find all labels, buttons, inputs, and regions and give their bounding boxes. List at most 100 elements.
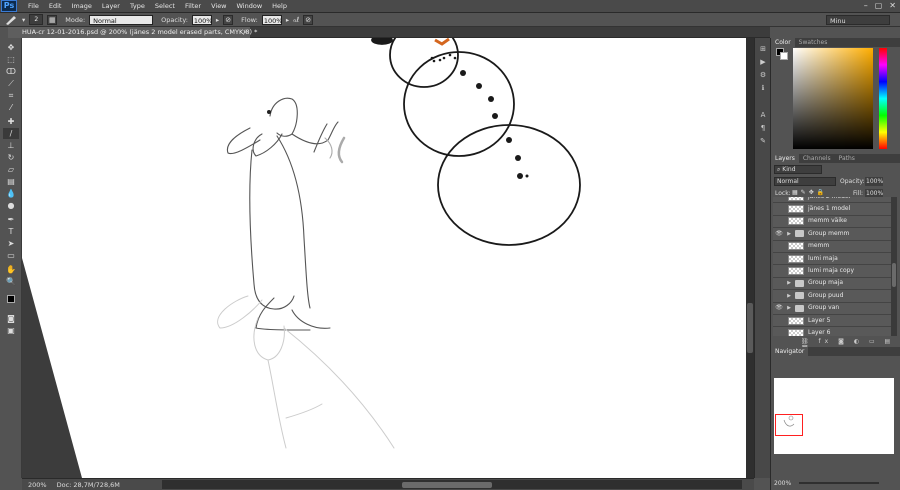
shape-tool-icon[interactable]: ▭ [3, 250, 19, 261]
layer-row[interactable]: Layer 6 [773, 327, 891, 336]
maximize-button[interactable]: ▢ [875, 1, 883, 10]
blur-tool-icon[interactable]: 💧 [3, 188, 19, 199]
layers-scroll-thumb[interactable] [892, 263, 896, 287]
close-window-button[interactable]: ✕ [889, 1, 896, 10]
expand-arrow-icon[interactable]: ▶ [785, 228, 793, 240]
mode-select[interactable]: Normal [89, 14, 154, 25]
visibility-eye-icon[interactable]: 👁 [773, 302, 785, 314]
flow-dropdown-icon[interactable]: ▸ [286, 16, 289, 24]
menu-file[interactable]: File [23, 2, 44, 10]
brush-tool-icon[interactable]: / [3, 128, 19, 139]
layer-row[interactable]: memm väike [773, 216, 891, 229]
menu-select[interactable]: Select [150, 2, 180, 10]
marquee-tool-icon[interactable]: ⬚ [3, 54, 19, 65]
paragraph-panel-icon[interactable]: ¶ [758, 123, 768, 133]
blend-mode-select[interactable]: Normal [774, 177, 836, 186]
expand-arrow-icon[interactable]: ▶ [785, 290, 793, 302]
pressure-opacity-icon[interactable]: ⊘ [223, 14, 234, 25]
tab-navigator[interactable]: Navigator [771, 347, 809, 356]
foreground-color-swatch[interactable] [7, 295, 15, 303]
pen-tool-icon[interactable]: ✒ [3, 214, 19, 225]
menu-image[interactable]: Image [66, 2, 96, 10]
menu-window[interactable]: Window [232, 2, 268, 10]
expand-arrow-icon[interactable]: ▶ [785, 302, 793, 314]
eyedropper-tool-icon[interactable]: ⁄ [3, 102, 19, 113]
actions-panel-icon[interactable]: ▶ [758, 57, 768, 67]
close-tab-icon[interactable]: × [243, 27, 248, 38]
chevron-down-icon[interactable]: ▾ [22, 16, 25, 24]
healing-brush-tool-icon[interactable]: ✚ [3, 116, 19, 127]
info-panel-icon[interactable]: ℹ [758, 83, 768, 93]
airbrush-icon[interactable]: ℴℓ [293, 16, 299, 24]
flow-field[interactable]: 100% [261, 14, 282, 25]
navigator-preview[interactable] [774, 378, 894, 454]
opacity-field[interactable]: 100% [191, 14, 212, 25]
layer-opacity-field[interactable]: 100% [865, 177, 883, 186]
lasso-tool-icon[interactable]: ↀ [3, 66, 19, 77]
layer-row[interactable]: 👁 ▶ Group van [773, 303, 891, 315]
quick-mask-icon[interactable]: ◙ [3, 313, 19, 324]
artwork-canvas[interactable] [22, 38, 746, 478]
layer-row[interactable]: Layer 5 [773, 315, 891, 328]
vertical-scroll-thumb[interactable] [747, 303, 753, 353]
canvas-area[interactable] [22, 38, 746, 478]
brush-size-picker[interactable]: 2 [29, 14, 44, 25]
layer-row[interactable]: memm [773, 241, 891, 253]
document-size-info[interactable]: Doc: 28,7M/728,6M [57, 481, 120, 489]
horizontal-scroll-thumb[interactable] [402, 482, 492, 488]
layer-row[interactable]: ▶ Group maja [773, 277, 891, 291]
background-color-chip[interactable] [780, 52, 788, 60]
expand-arrow-icon[interactable]: ▶ [785, 277, 793, 289]
navigator-zoom-slider[interactable] [799, 482, 879, 484]
layer-row[interactable]: lumi maja copy [773, 265, 891, 278]
menu-view[interactable]: View [206, 2, 231, 10]
menu-edit[interactable]: Edit [44, 2, 67, 10]
layer-row[interactable]: jänes 1 model [773, 203, 891, 216]
gradient-tool-icon[interactable]: ▤ [3, 176, 19, 187]
path-selection-tool-icon[interactable]: ➤ [3, 238, 19, 249]
menu-type[interactable]: Type [125, 2, 150, 10]
menu-help[interactable]: Help [267, 2, 292, 10]
tab-layers[interactable]: Layers [771, 154, 799, 163]
brush-tool-preset-icon[interactable] [4, 14, 18, 25]
visibility-eye-icon[interactable]: 👁 [773, 228, 785, 240]
character-panel-icon[interactable]: A [758, 110, 768, 120]
pressure-size-icon[interactable]: ⊘ [303, 14, 314, 25]
document-tab[interactable]: HUA-cr 12-01-2016.psd @ 200% (jänes 2 mo… [8, 27, 257, 38]
tab-color[interactable]: Color [771, 38, 795, 47]
layers-scrollbar[interactable] [891, 197, 897, 336]
vertical-scrollbar[interactable] [746, 38, 754, 478]
horizontal-scrollbar[interactable] [162, 480, 742, 489]
color-picker-field[interactable] [793, 48, 873, 149]
clone-stamp-tool-icon[interactable]: ⊥ [3, 140, 19, 151]
menu-layer[interactable]: Layer [97, 2, 125, 10]
brush-panel-toggle-icon[interactable]: ▦ [47, 14, 58, 25]
navigator-zoom[interactable]: 200% [774, 480, 791, 487]
move-tool-icon[interactable]: ✥ [3, 42, 19, 53]
tab-channels[interactable]: Channels [799, 154, 835, 163]
hand-tool-icon[interactable]: ✋ [3, 264, 19, 275]
lock-icons[interactable]: ▦✎✥🔒 [792, 189, 827, 196]
layer-row[interactable]: lumi maja [773, 253, 891, 266]
screen-mode-icon[interactable]: ▣ [3, 325, 19, 336]
layers-list[interactable]: jänes 2 modeljänes 1 modelmemm väike👁▶Gr… [773, 197, 891, 336]
tab-paths[interactable]: Paths [835, 154, 859, 163]
layer-row[interactable]: ▶ Group puud [773, 290, 891, 303]
history-panel-icon[interactable]: ⊞ [758, 44, 768, 54]
crop-tool-icon[interactable]: ⌗ [3, 90, 19, 101]
quick-select-tool-icon[interactable]: ⟋ [3, 78, 19, 89]
minimize-button[interactable]: – [864, 1, 868, 10]
layer-row[interactable]: 👁 ▶ Group memm [773, 228, 891, 241]
type-tool-icon[interactable]: T [3, 226, 19, 237]
dodge-tool-icon[interactable]: ● [3, 200, 19, 211]
layer-filter-select[interactable]: ⌕ Kind [774, 165, 822, 174]
zoom-level[interactable]: 200% [28, 481, 47, 489]
properties-panel-icon[interactable]: ⚙ [758, 70, 768, 80]
zoom-tool-icon[interactable]: 🔍 [3, 276, 19, 287]
eraser-tool-icon[interactable]: ▱ [3, 164, 19, 175]
workspace-select[interactable]: Minu [826, 15, 890, 25]
hue-slider[interactable] [879, 48, 887, 149]
menu-filter[interactable]: Filter [180, 2, 206, 10]
history-brush-tool-icon[interactable]: ↻ [3, 152, 19, 163]
brushes-panel-icon[interactable]: ✎ [758, 136, 768, 146]
